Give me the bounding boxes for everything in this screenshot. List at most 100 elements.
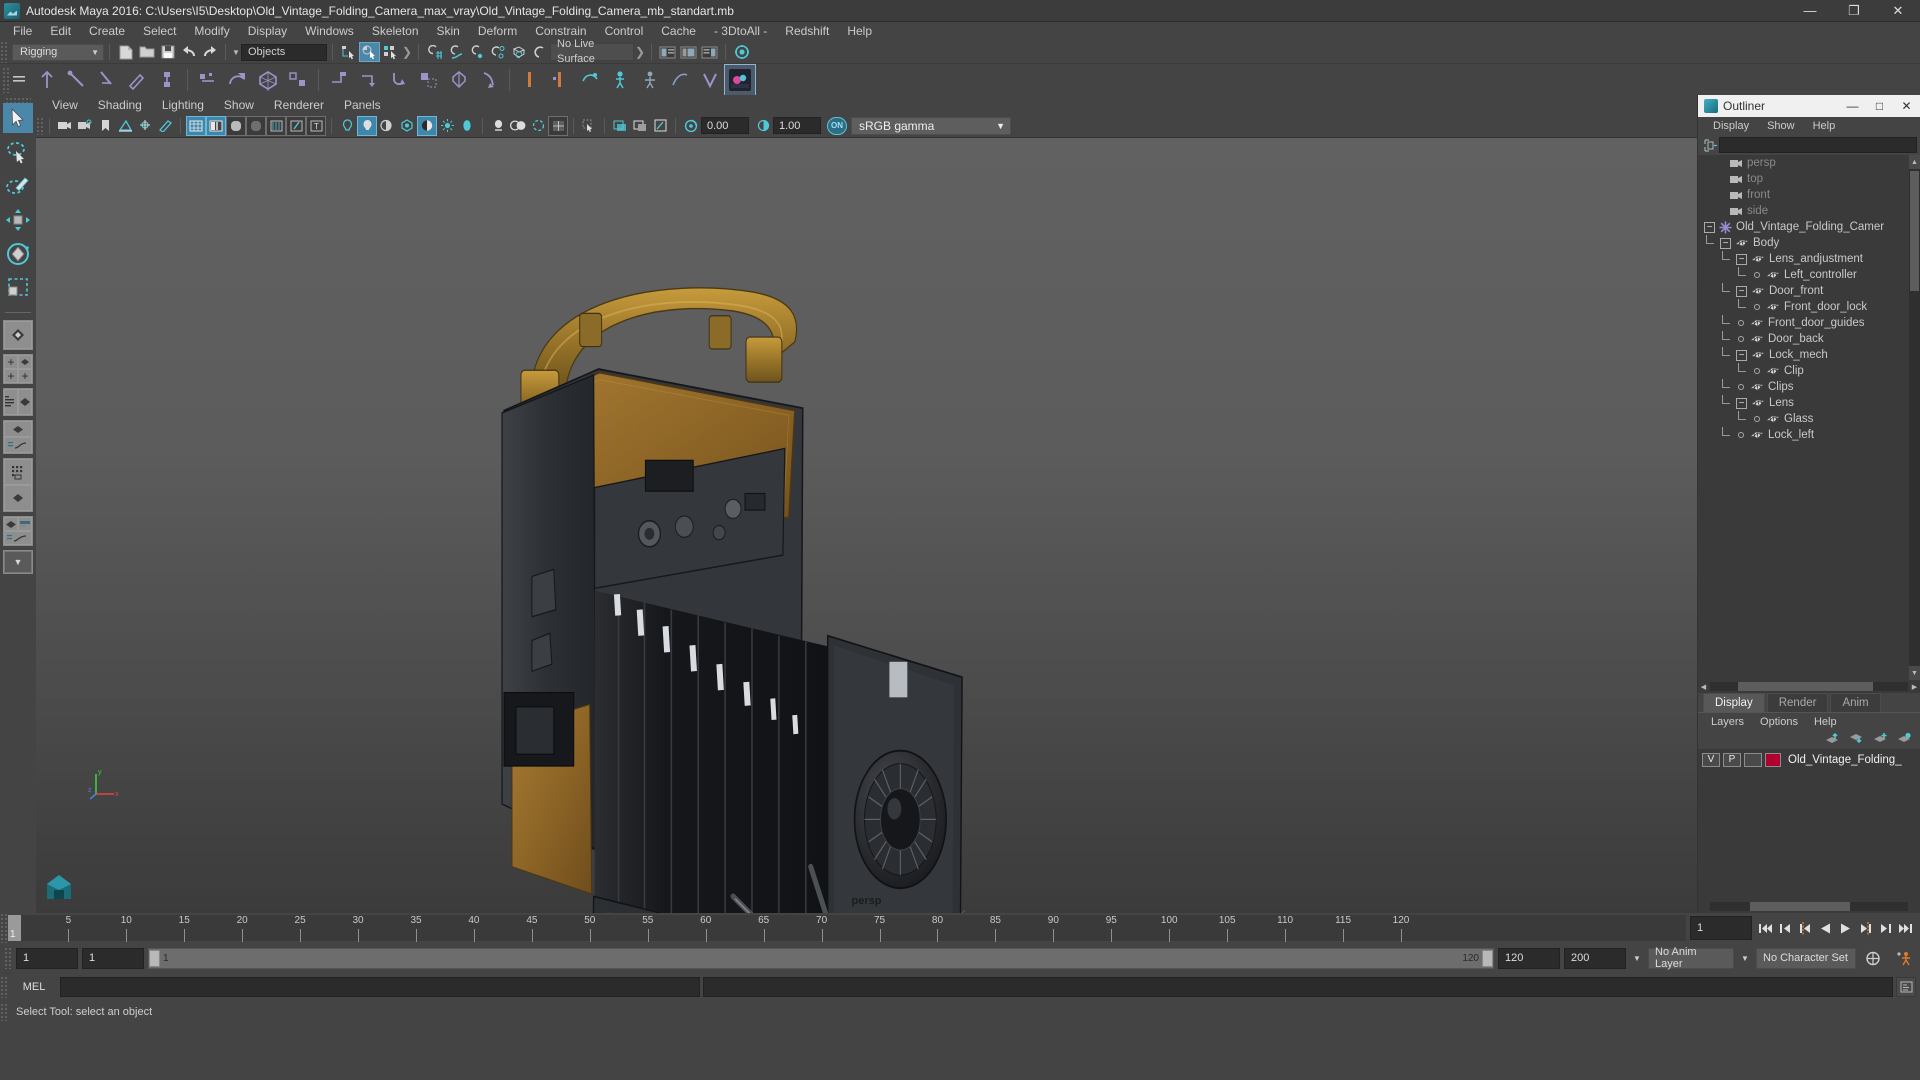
menu-item-edit[interactable]: Edit	[41, 22, 80, 41]
new-scene-button[interactable]	[115, 42, 136, 62]
texture-icon[interactable]: T	[306, 115, 326, 136]
outliner-row[interactable]: front	[1698, 187, 1920, 203]
outliner-filter-icon[interactable]	[1701, 138, 1719, 152]
anim-start-field[interactable]: 1	[16, 947, 78, 969]
wireframe-shading-icon[interactable]	[186, 115, 206, 136]
quick-layout-four-view[interactable]: + + +	[3, 354, 33, 384]
go-to-end-icon[interactable]	[1896, 917, 1914, 939]
outliner-menu-display[interactable]: Display	[1704, 120, 1758, 132]
shelf-pole-vector-button[interactable]	[474, 65, 504, 95]
viewport-menu-lighting[interactable]: Lighting	[152, 98, 214, 112]
outliner-search-input[interactable]	[1719, 137, 1917, 153]
quick-layout-more-button[interactable]: ▼	[3, 550, 33, 574]
outliner-vertical-scrollbar[interactable]: ▲ ▼	[1909, 155, 1920, 680]
quick-layout-cell[interactable]	[4, 437, 32, 453]
outliner-leaf-marker[interactable]	[1754, 368, 1760, 374]
outliner-row[interactable]: Door_back	[1698, 331, 1920, 347]
outliner-leaf-marker[interactable]	[1754, 416, 1760, 422]
outliner-row[interactable]: top	[1698, 171, 1920, 187]
step-forward-frame-icon[interactable]	[1856, 917, 1874, 939]
outliner-collapse-toggle[interactable]: −	[1720, 237, 1731, 249]
outliner-row[interactable]: − Old_Vintage_Folding_Camer	[1698, 219, 1920, 235]
quick-layout-cell[interactable]	[4, 531, 32, 545]
selection-mask-field[interactable]: Objects	[241, 43, 327, 61]
menu-item-create[interactable]: Create	[80, 22, 134, 41]
undo-button[interactable]	[178, 42, 199, 62]
layer-menu-help[interactable]: Help	[1806, 716, 1845, 728]
gamma-icon[interactable]	[753, 116, 773, 136]
command-language-label[interactable]: MEL	[8, 981, 60, 993]
outliner-row[interactable]: Clip	[1698, 363, 1920, 379]
move-tool-button[interactable]	[3, 205, 33, 235]
xray-icon[interactable]	[286, 115, 306, 136]
outliner-collapse-toggle[interactable]: −	[1736, 349, 1747, 361]
menu-item-deform[interactable]: Deform	[469, 22, 526, 41]
shade-options-icon[interactable]	[246, 115, 266, 136]
outliner-close-button[interactable]: ✕	[1893, 95, 1920, 117]
selection-mask-arrow-icon[interactable]: ▼	[231, 48, 241, 57]
shelf-redshift-button[interactable]	[724, 63, 756, 96]
playback-options-chevron-icon[interactable]: ▼	[1630, 954, 1644, 963]
quick-layout-more-cell[interactable]: ▼	[4, 551, 32, 573]
step-back-keyframe-icon[interactable]	[1776, 917, 1794, 939]
go-to-start-icon[interactable]	[1756, 917, 1774, 939]
snap-to-curve-button[interactable]	[445, 42, 466, 62]
make-live-button[interactable]	[529, 42, 550, 62]
play-backwards-icon[interactable]	[1816, 917, 1834, 939]
quick-layout-cell[interactable]	[4, 389, 18, 415]
scroll-up-icon[interactable]: ▲	[1909, 155, 1920, 169]
animation-preferences-icon[interactable]	[1890, 951, 1916, 966]
outliner-row[interactable]: Front_door_guides	[1698, 315, 1920, 331]
shelf-lattice-button[interactable]	[223, 65, 253, 95]
use-default-lighting-icon[interactable]	[337, 116, 357, 136]
character-set-dropdown[interactable]: No Character Set	[1756, 947, 1856, 969]
outliner-row[interactable]: persp	[1698, 155, 1920, 171]
new-layer-from-selected-icon[interactable]	[1897, 732, 1912, 748]
shelf-v-button[interactable]	[695, 65, 725, 95]
quick-layout-cell[interactable]	[18, 355, 32, 369]
scroll-left-icon[interactable]: ◀	[1698, 681, 1709, 692]
object-select-mode-button[interactable]	[359, 42, 380, 62]
shadows-icon[interactable]	[377, 116, 397, 136]
show-attribute-editor-button[interactable]	[657, 42, 678, 62]
grid-toggle-icon[interactable]	[548, 115, 568, 136]
shelf-aim-constraint-button[interactable]	[444, 65, 474, 95]
menu-item-skeleton[interactable]: Skeleton	[363, 22, 428, 41]
lasso-tool-button[interactable]	[3, 137, 33, 167]
layer-visibility-toggle[interactable]: V	[1702, 752, 1720, 767]
scrollbar-thumb[interactable]	[1910, 171, 1919, 291]
flat-shade-icon[interactable]	[226, 115, 246, 136]
select-tool-button[interactable]	[3, 103, 33, 133]
snap-to-grid-button[interactable]	[424, 42, 445, 62]
shelf-joint-tool-button[interactable]	[32, 65, 62, 95]
layer-tab-display[interactable]: Display	[1703, 693, 1765, 712]
layer-menu-layers[interactable]: Layers	[1703, 716, 1752, 728]
range-start-field[interactable]: 1	[82, 947, 144, 969]
viewport-menu-shading[interactable]: Shading	[88, 98, 152, 112]
time-slider[interactable]: 1 5 10 15 20 25 30 35 40 45 50 55 60 65 70 75 80 85 90 95 1…	[8, 915, 1686, 942]
shelf-character-set-button[interactable]	[515, 65, 545, 95]
grease-pencil-icon[interactable]	[155, 116, 175, 136]
outliner-leaf-marker[interactable]	[1754, 272, 1760, 278]
snap-to-view-plane-button[interactable]	[508, 42, 529, 62]
current-frame-field[interactable]: 1	[1690, 916, 1752, 940]
outliner-row[interactable]: Glass	[1698, 411, 1920, 427]
render-settings-icon[interactable]	[731, 42, 752, 62]
image-plane-icon[interactable]	[115, 116, 135, 136]
isolate-select-icon[interactable]	[528, 116, 548, 136]
quick-layout-hypershade[interactable]	[3, 458, 33, 512]
menu-item-display[interactable]: Display	[239, 22, 296, 41]
live-expander-icon[interactable]: ❯	[634, 45, 646, 59]
move-layer-down-icon[interactable]	[1849, 732, 1864, 748]
quick-layout-outliner-persp[interactable]	[3, 388, 33, 416]
outliner-minimize-button[interactable]: —	[1839, 95, 1866, 117]
outliner-row[interactable]: Front_door_lock	[1698, 299, 1920, 315]
outliner-row[interactable]: − Door_front	[1698, 283, 1920, 299]
quick-layout-cell[interactable]	[4, 517, 18, 531]
shelf-point-constraint-button[interactable]	[354, 65, 384, 95]
outliner-row[interactable]: − Body	[1698, 235, 1920, 251]
menu-item-redshift[interactable]: Redshift	[776, 22, 838, 41]
outliner-row[interactable]: Clips	[1698, 379, 1920, 395]
two-d-pan-zoom-icon[interactable]	[135, 116, 155, 136]
outliner-row[interactable]: Left_controller	[1698, 267, 1920, 283]
